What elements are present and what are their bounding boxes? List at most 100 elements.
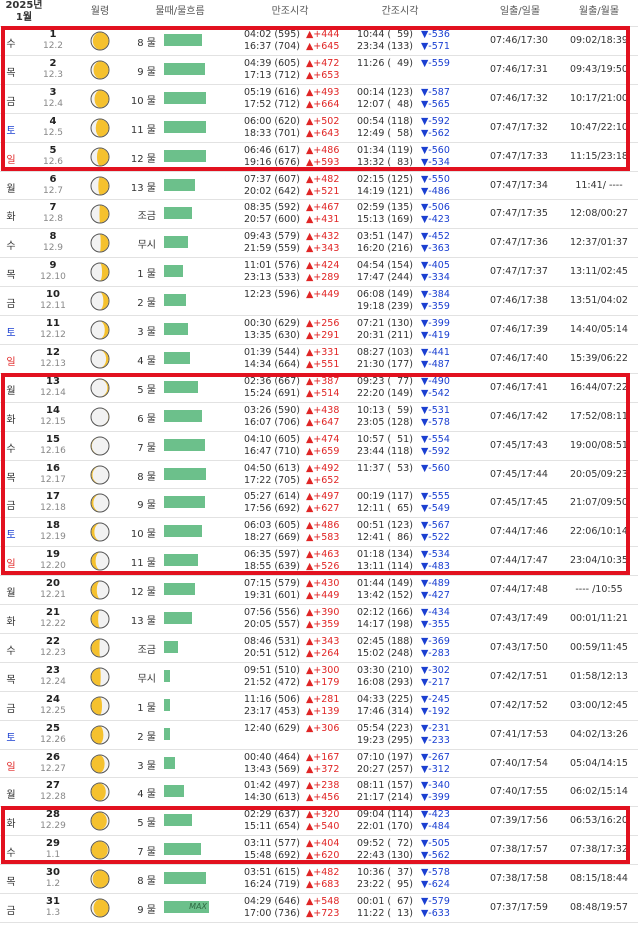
sunrise-sunset: 07:46/17:31	[490, 63, 548, 75]
lunar-date: 12.23	[40, 647, 66, 658]
tide-strength-bar	[164, 149, 206, 162]
moonrise-moonset: 11:15/23:18	[570, 150, 628, 162]
table-row: 일 19 12.20 11 물 06:35 (597) ▲+463 18:55 (639) ▲…	[0, 546, 638, 578]
low-tide-1-diff: ▼-441	[421, 346, 450, 358]
lunar-date: 12.21	[40, 590, 66, 601]
high-tide-1: 02:36 (667)	[244, 375, 300, 387]
high-tide-1-diff: ▲+492	[306, 462, 340, 474]
moonrise-moonset: 11:41/ ----	[575, 179, 623, 191]
low-tide-2: 16:20 (216)	[357, 243, 413, 255]
day-number: 22	[46, 635, 60, 647]
weekday-label: 수	[6, 848, 16, 860]
moon-phase-icon	[90, 493, 110, 513]
high-tide-2-diff: ▲+449	[306, 590, 340, 602]
low-tide-1-diff: ▼-531	[421, 404, 450, 416]
tide-strength-bar	[164, 727, 170, 740]
table-header: 2025년 1월 월령 물때/물흐름 만조시각 간조시각 일출/일몰 월출/월몰	[0, 0, 638, 26]
moonrise-moonset: 14:40/05:14	[570, 324, 628, 335]
weekday-label: 금	[6, 299, 16, 311]
tide-strength-bar: MAX	[164, 901, 209, 913]
high-tide-1: 07:56 (556)	[244, 607, 300, 618]
high-tide-1: 06:46 (617)	[244, 144, 300, 156]
high-tide-2-diff: ▲+647	[306, 416, 340, 428]
lunar-date: 12.10	[40, 272, 66, 283]
sunrise-sunset: 07:46/17:42	[490, 410, 548, 422]
high-tide-2-diff: ▲+652	[306, 474, 340, 486]
low-tide-1: 07:10 (197)	[357, 751, 413, 763]
tide-name: 12 물	[130, 153, 156, 165]
low-tide-2: 12:11 ( 65)	[357, 503, 413, 515]
moon-phase-icon	[90, 551, 110, 571]
high-tide-2-diff: ▲+264	[306, 647, 340, 659]
low-tide-1-diff: ▼-550	[421, 173, 450, 185]
low-tide-1-diff: ▼-555	[421, 491, 450, 503]
tide-strength-bar	[164, 669, 170, 682]
sunrise-sunset: 07:42/17:52	[490, 699, 548, 711]
low-tide-1-diff: ▼-534	[421, 549, 450, 561]
low-tide-2-diff: ▼-487	[421, 358, 450, 370]
day-number: 6	[49, 173, 57, 185]
high-tide-2: 20:51 (512)	[244, 647, 300, 659]
sunrise-sunset: 07:43/17:49	[490, 613, 548, 624]
tide-name: 무시	[137, 673, 156, 685]
low-tide-2-diff: ▼-399	[421, 792, 450, 804]
table-row: 월 13 12.14 5 물 02:36 (667) ▲+387 15:24 (691) ▲+…	[0, 373, 638, 405]
day-number: 10	[46, 289, 60, 301]
tide-name: 8 물	[137, 38, 156, 49]
high-tide-2-diff: ▲+664	[306, 98, 340, 110]
sunrise-sunset: 07:45/17:43	[490, 439, 548, 451]
low-tide-2-diff: ▼-565	[421, 98, 450, 110]
high-tide-1: 12:23 (596)	[244, 289, 300, 301]
day-number: 16	[46, 462, 60, 474]
low-tide-1: 00:54 (118)	[357, 115, 413, 127]
low-tide-2-diff: ▼-334	[421, 272, 450, 284]
low-tide-2: 15:02 (248)	[357, 647, 413, 659]
low-tide-2-diff: ▼-549	[421, 503, 450, 515]
moon-phase-icon	[90, 60, 110, 80]
high-tide-2-diff: ▲+540	[306, 821, 340, 833]
high-tide-1: 01:39 (544)	[244, 346, 300, 358]
day-number: 5	[49, 144, 57, 156]
low-tide-1-diff: ▼-506	[421, 202, 450, 214]
low-tide-1-diff: ▼-490	[421, 375, 450, 387]
moonrise-moonset: 03:00/12:45	[570, 699, 628, 711]
high-tide-1-diff: ▲+463	[306, 549, 340, 561]
moonrise-moonset: 19:00/08:51	[570, 439, 628, 451]
weekday-label: 금	[6, 703, 16, 715]
high-tide-1: 12:40 (629)	[244, 722, 300, 734]
high-tide-1: 05:27 (614)	[244, 491, 300, 503]
moon-phase-icon	[90, 147, 110, 167]
moonrise-moonset: 16:44/07:22	[570, 381, 628, 393]
low-tide-1-diff: ▼-245	[421, 693, 450, 705]
sunrise-sunset: 07:42/17:51	[490, 670, 548, 682]
tide-name: 4 물	[137, 355, 156, 367]
low-tide-1: 02:15 (125)	[357, 173, 413, 185]
low-tide-2: 21:17 (214)	[357, 792, 413, 804]
moon-phase-icon	[90, 667, 110, 687]
low-tide-2-diff: ▼-312	[421, 763, 450, 775]
high-tide-2-diff: ▲+583	[306, 532, 340, 544]
low-tide-1-diff: ▼-567	[421, 520, 450, 532]
tide-strength-bar	[164, 380, 198, 393]
moon-phase-icon	[90, 291, 110, 311]
lunar-date: 12.2	[42, 41, 64, 51]
moon-phase-icon	[90, 696, 110, 716]
table-row: 일 5 12.6 12 물 06:46 (617) ▲+486 19:16 (676) ▲+5…	[0, 142, 638, 174]
moon-phase-icon	[90, 522, 110, 542]
high-tide-2: 16:47 (710)	[244, 445, 300, 457]
table-row: 화 28 12.29 5 물 02:29 (637) ▲+320 15:11 (654) ▲+…	[0, 806, 638, 838]
low-tide-2-diff: ▼-423	[421, 214, 450, 226]
high-tide-2-diff: ▲+521	[306, 185, 340, 197]
table-row: 목 9 12.10 1 물 11:01 (576) ▲+424 23:13 (533) ▲+2…	[0, 257, 638, 289]
lunar-date: 1.1	[45, 850, 61, 861]
high-tide-2-diff: ▲+514	[306, 387, 340, 399]
moon-phase-icon	[90, 811, 110, 831]
tide-strength-bar	[164, 62, 205, 75]
low-tide-1-diff: ▼-579	[421, 896, 450, 907]
low-tide-2-diff: ▼-217	[421, 676, 450, 688]
lunar-date: 12.20	[40, 561, 66, 572]
high-tide-1: 06:03 (605)	[244, 520, 300, 532]
tide-strength-bar	[164, 207, 192, 220]
table-row: 목 30 1.2 8 물 03:51 (615) ▲+482 16:24 (719) ▲+68…	[0, 864, 638, 896]
low-tide-1: 08:11 (157)	[357, 780, 413, 792]
